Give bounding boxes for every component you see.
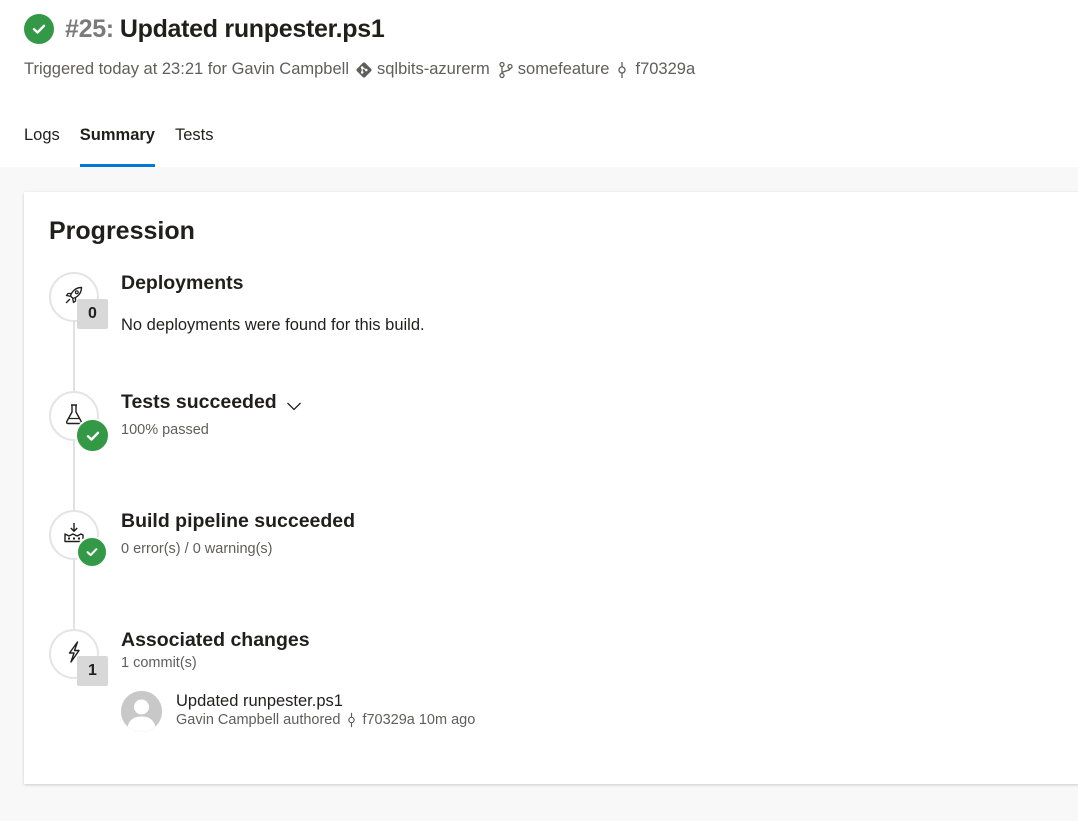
tests-success-icon (75, 418, 110, 453)
deployments-text: No deployments were found for this build… (121, 316, 425, 334)
commit-author: Gavin Campbell authored (176, 712, 341, 728)
run-meta: Triggered today at 23:21 for Gavin Campb… (24, 60, 695, 79)
tab-tests[interactable]: Tests (175, 126, 214, 167)
tests-sub: 100% passed (121, 422, 209, 438)
run-header: #25: Updated runpester.ps1 Triggered tod… (0, 0, 1078, 167)
run-tabs: Logs Summary Tests (24, 126, 234, 167)
progression-title: Progression (49, 217, 195, 245)
commit-icon (347, 712, 356, 728)
branch-icon (498, 61, 514, 79)
deployments-title: Deployments (121, 272, 244, 294)
build-title[interactable]: Build pipeline succeeded (121, 510, 355, 533)
tests-title[interactable]: Tests succeeded (121, 391, 277, 414)
changes-sub: 1 commit(s) (121, 655, 197, 671)
success-status-icon (24, 14, 54, 44)
repo-git-icon (355, 61, 373, 79)
commit-icon (617, 61, 627, 79)
repo-link[interactable]: sqlbits-azurerm (377, 60, 490, 79)
build-success-icon (76, 536, 108, 568)
run-title: Updated runpester.ps1 (119, 14, 385, 43)
commit-time: 10m ago (418, 712, 476, 728)
commit-message-link[interactable]: Updated runpester.ps1 (176, 692, 343, 711)
avatar (121, 691, 162, 732)
tab-summary[interactable]: Summary (79, 126, 156, 167)
run-number: #25: (65, 14, 114, 43)
deployments-count-badge: 0 (77, 299, 108, 329)
changes-count-badge: 1 (77, 656, 108, 686)
triggered-text: Triggered today at 23:21 for Gavin Campb… (24, 60, 349, 78)
progression-card: Progression 0 Deployments No deployments… (24, 192, 1078, 784)
commit-hash-link[interactable]: f70329a (362, 712, 414, 728)
run-title-row: #25: Updated runpester.ps1 (24, 14, 385, 44)
build-sub: 0 error(s) / 0 warning(s) (121, 541, 273, 557)
commit-link[interactable]: f70329a (635, 60, 695, 79)
timeline-line (73, 320, 75, 660)
branch-link[interactable]: somefeature (518, 60, 610, 79)
changes-title: Associated changes (121, 629, 310, 651)
tab-logs[interactable]: Logs (24, 126, 60, 167)
chevron-down-icon[interactable] (286, 399, 302, 418)
commit-meta: Gavin Campbell authored f70329a 10m ago (176, 712, 475, 728)
